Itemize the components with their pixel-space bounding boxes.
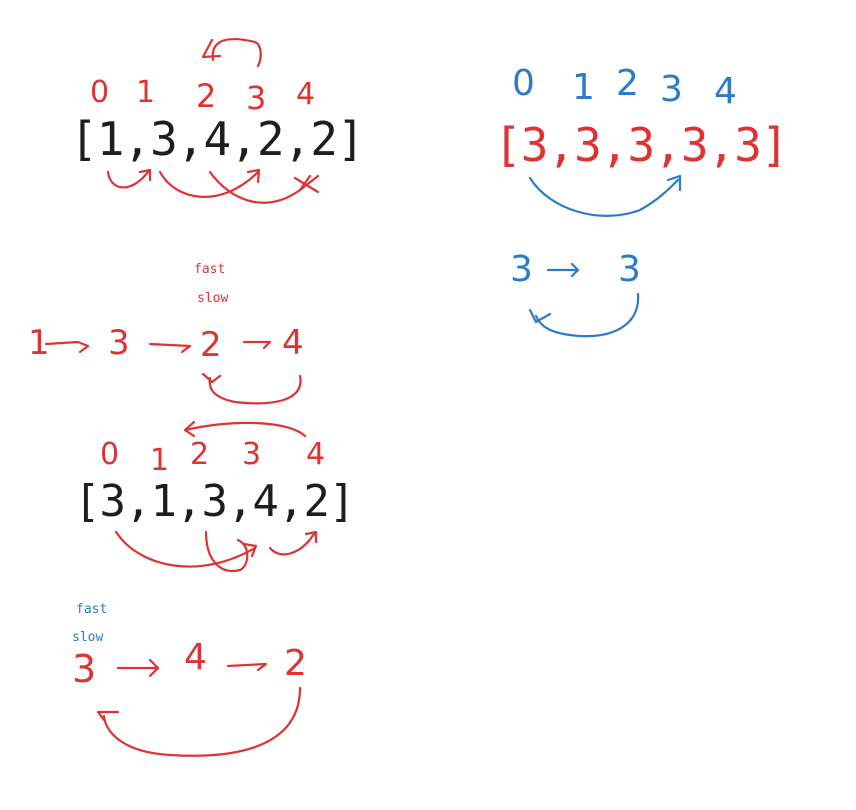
ex3-index-4: 4	[714, 71, 737, 112]
ex3-chain-loop-head	[528, 308, 552, 324]
ex2-chain-arrow-1	[116, 666, 160, 678]
ex2-index-3: 3	[242, 437, 262, 472]
ex3-chain-loop	[534, 292, 640, 338]
ex1-index-1: 1	[136, 75, 156, 110]
ex2-fast-label: fast	[76, 602, 108, 617]
ex2-index-2: 2	[190, 437, 210, 472]
ex2-array: [3,1,3,4,2]	[74, 476, 355, 527]
ex3-chain-arrow	[546, 262, 580, 278]
ex2-chain-node-1: 3	[72, 647, 97, 691]
ex1-index-3: 3	[246, 79, 267, 117]
ex1-chain-arrow-2	[148, 342, 192, 354]
ex2-chain-node-2: 4	[184, 637, 207, 678]
ex1-chain-node-2: 3	[108, 323, 130, 363]
whiteboard-canvas: 0 1 2 3 4 [1,3,4,2,2] fast slow 1 3 2 4 …	[0, 0, 856, 810]
ex2-slow-label: slow	[72, 630, 104, 645]
ex3-chain-node-2: 3	[618, 249, 641, 290]
ex3-index-2: 2	[616, 63, 639, 104]
ex1-slow-label: slow	[197, 291, 229, 306]
ex1-array: [1,3,4,2,2]	[70, 112, 365, 166]
ex2-arrow-4-to-2	[268, 532, 316, 556]
ex2-top-arrow	[183, 421, 307, 438]
ex1-chain-node-1: 1	[28, 323, 50, 363]
ex2-index-4: 4	[306, 437, 326, 472]
ex3-chain-node-1: 3	[510, 249, 533, 290]
ex2-chain-arrow-2	[226, 662, 268, 672]
ex2-index-0: 0	[100, 437, 120, 472]
ex1-chain-arrow-1	[44, 340, 90, 354]
ex2-arrow-3-to-4	[114, 530, 257, 568]
ex3-index-3: 3	[660, 69, 683, 110]
ex1-fast-label: fast	[194, 262, 226, 277]
ex2-index-1: 1	[150, 443, 170, 478]
ex1-index-0: 0	[90, 75, 110, 110]
ex1-chain-arrow-3	[242, 340, 272, 350]
ex3-index-1: 1	[572, 67, 595, 108]
ex1-chain-loop-arrow	[208, 374, 302, 405]
ex2-chain-node-3: 2	[284, 643, 307, 684]
ex1-top-loop-arrow	[211, 38, 262, 68]
ex3-array: [3,3,3,3,3]	[494, 118, 789, 172]
ex3-arrow-under	[528, 176, 680, 217]
ex1-chain-node-3: 2	[200, 325, 222, 365]
ex1-index-2: 2	[196, 77, 217, 115]
ex2-chain-arrow-1b	[148, 658, 160, 670]
ex2-chain-loop-head	[96, 710, 120, 722]
ex1-arrow-3-to-2	[158, 170, 260, 198]
ex1-chain-node-4: 4	[282, 323, 304, 363]
ex1-index-4: 4	[296, 77, 316, 112]
ex3-index-0: 0	[512, 63, 535, 104]
ex2-chain-loop-arrow	[102, 686, 302, 757]
ex1-chain-loop-head	[201, 372, 222, 384]
ex1-arrow-1-to-3	[106, 170, 150, 189]
